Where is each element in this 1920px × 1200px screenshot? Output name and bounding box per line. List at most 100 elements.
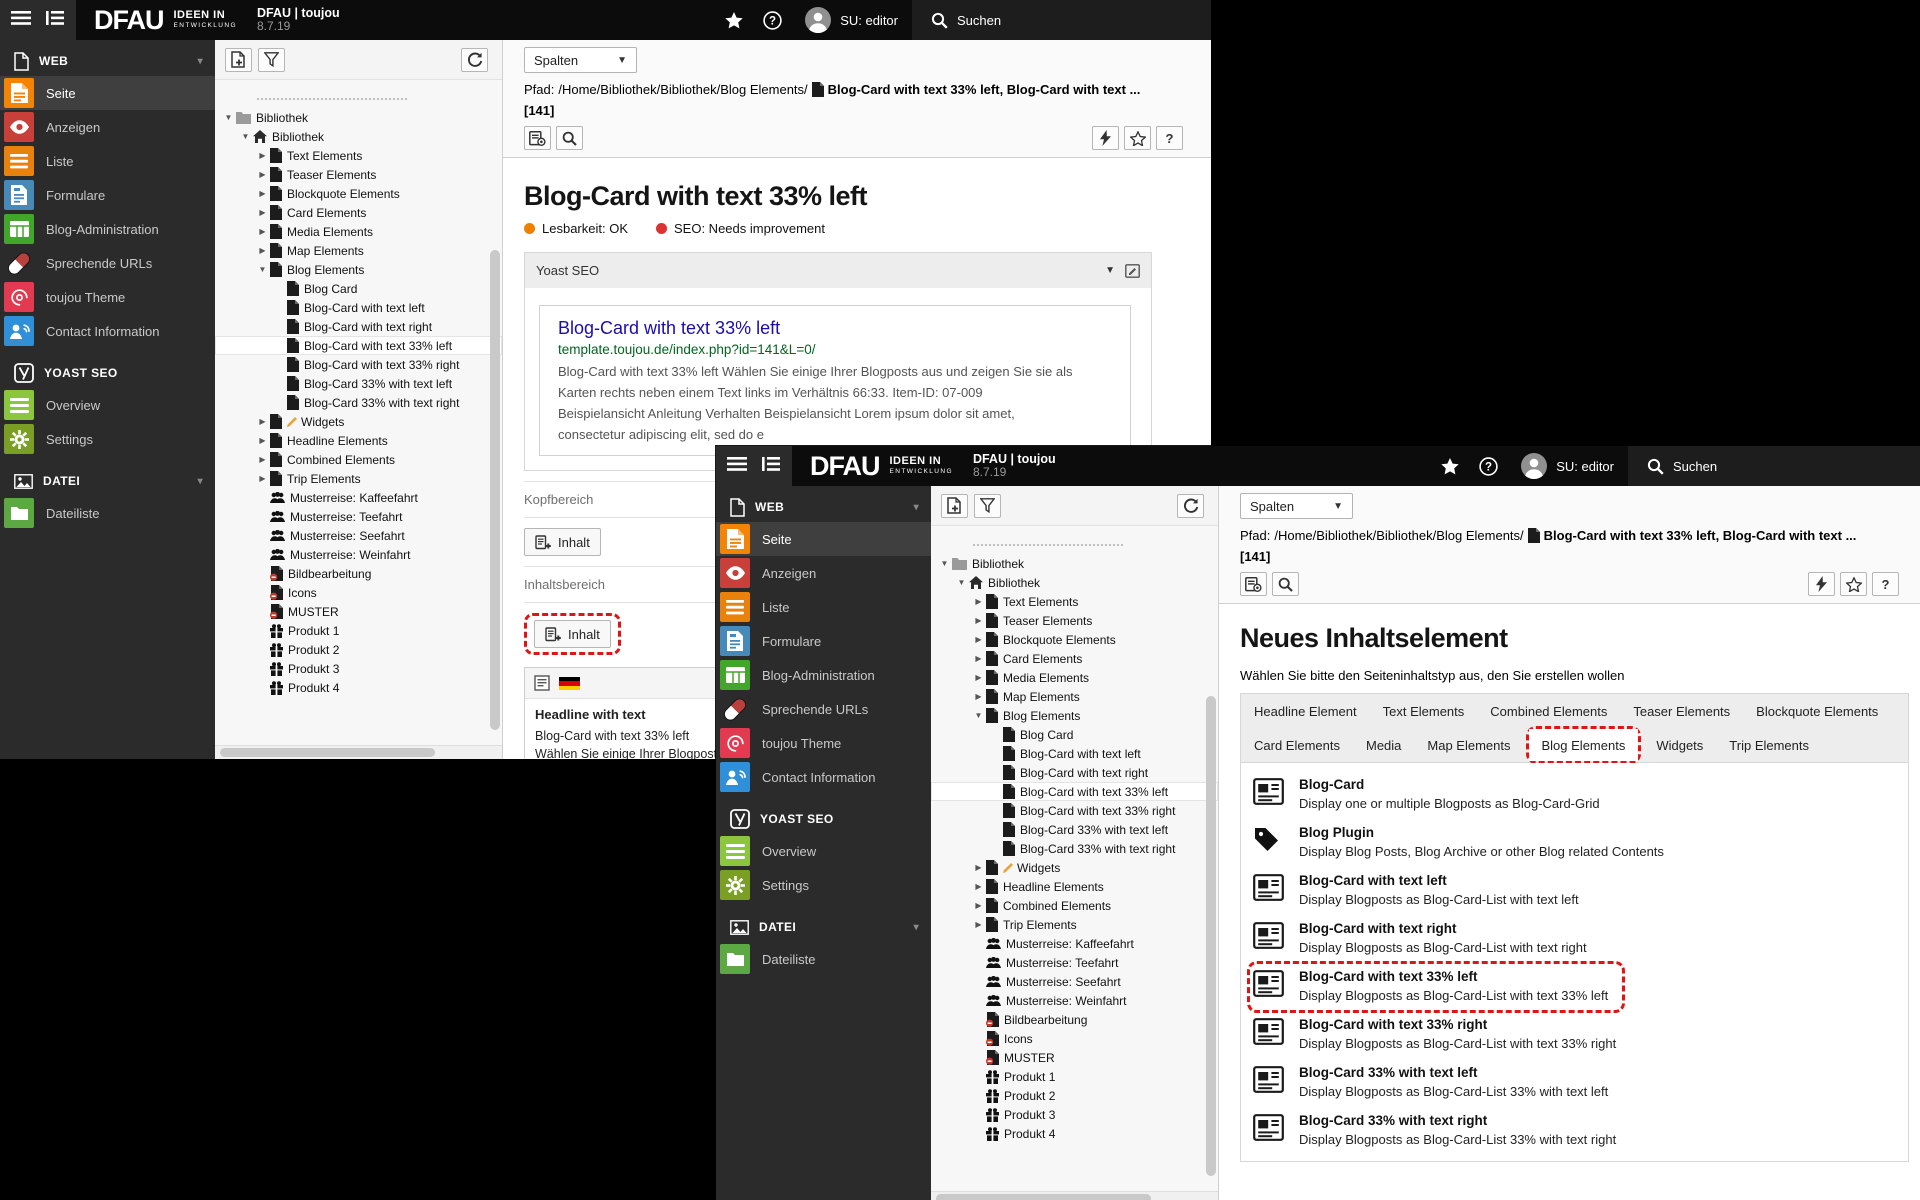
bookmark-button[interactable] [1840,572,1867,596]
tree-row[interactable]: Bildbearbeitung [215,564,502,583]
sidebar-item-liste[interactable]: Liste [0,144,215,178]
help-button[interactable]: ? [753,0,791,40]
tree-row[interactable]: Blog-Card 33% with text right [215,393,502,412]
sidebar-item-formulare[interactable]: Formulare [0,178,215,212]
list-item[interactable]: Blog Plugin Display Blog Posts, Blog Arch… [1241,819,1908,867]
chevron-right-icon[interactable]: ▶ [257,170,268,179]
chevron-down-icon[interactable]: ▼ [939,559,950,568]
tree-row[interactable]: ▶ Media Elements [931,668,1218,687]
bookmarks-button[interactable] [1431,446,1469,486]
tree-row[interactable]: ▶ Card Elements [931,649,1218,668]
chevron-down-icon[interactable]: ▼ [973,711,984,720]
tree-row[interactable]: ▶ Teaser Elements [931,611,1218,630]
sidebar-item-liste[interactable]: Liste [716,590,931,624]
tree-row[interactable]: Produkt 3 [931,1105,1218,1124]
tree-row[interactable]: Blog-Card with text right [931,763,1218,782]
tree-row[interactable]: ▶ Combined Elements [215,450,502,469]
tab-blog-elements[interactable]: Blog Elements [1528,729,1639,762]
tree-row[interactable]: ▶ Teaser Elements [215,165,502,184]
doc-tree-icon[interactable] [46,10,64,30]
tab-headline-element[interactable]: Headline Element [1241,694,1370,728]
tree-row[interactable]: ▶ Trip Elements [931,915,1218,934]
topbar-search[interactable]: Suchen [1628,446,1920,486]
module-section-header[interactable]: WEB ▾ [0,46,215,76]
filter-button[interactable] [258,47,285,72]
yoast-panel-header[interactable]: Yoast SEO ▼ [525,253,1151,289]
tree-row[interactable]: ▶ Map Elements [931,687,1218,706]
doc-tree-icon[interactable] [762,456,780,476]
tree-row[interactable]: Blog-Card with text right [215,317,502,336]
tree-row[interactable]: Produkt 1 [215,621,502,640]
sidebar-item-overview[interactable]: Overview [716,834,931,868]
tab-widgets[interactable]: Widgets [1643,728,1716,762]
sidebar-item-anzeigen[interactable]: Anzeigen [0,110,215,144]
tree-row[interactable]: Musterreise: Seefahrt [931,972,1218,991]
list-item[interactable]: Blog-Card with text left Display Blogpost… [1241,867,1908,915]
new-page-button[interactable] [941,493,968,518]
sidebar-item-settings[interactable]: Settings [0,422,215,456]
tree-row[interactable]: ▶ Widgets [931,858,1218,877]
tree-row[interactable]: ▼ Blog Elements [931,706,1218,725]
search-record-button[interactable] [556,126,583,150]
list-item[interactable]: Blog-Card with text 33% left Display Blog… [1241,961,1908,1014]
chevron-right-icon[interactable]: ▶ [973,654,984,663]
sidebar-item-seite[interactable]: Seite [0,76,215,110]
chevron-right-icon[interactable]: ▶ [257,474,268,483]
bookmark-button[interactable] [1124,126,1151,150]
user-menu[interactable]: SU: editor [791,0,912,40]
tab-trip-elements[interactable]: Trip Elements [1716,728,1822,762]
sidebar-item-toujou-theme[interactable]: toujou Theme [0,280,215,314]
chevron-right-icon[interactable]: ▶ [973,616,984,625]
tree-row[interactable]: ▼ Bibliothek [215,127,502,146]
list-item[interactable]: Blog-Card with text 33% right Display Blo… [1241,1011,1908,1059]
tree-row[interactable]: Blog Card [931,725,1218,744]
chevron-right-icon[interactable]: ▶ [973,901,984,910]
tree-row[interactable]: ▶ Media Elements [215,222,502,241]
columns-select[interactable]: Spalten ▼ [1240,493,1353,519]
help-button[interactable]: ? [1469,446,1507,486]
user-menu[interactable]: SU: editor [1507,446,1628,486]
tree-row[interactable]: Musterreise: Weinfahrt [215,545,502,564]
tree-row[interactable]: Produkt 4 [931,1124,1218,1143]
tree-row[interactable]: Produkt 2 [931,1086,1218,1105]
sidebar-item-seite[interactable]: Seite [716,522,931,556]
chevron-right-icon[interactable]: ▶ [973,635,984,644]
sidebar-item-sprechende-urls[interactable]: Sprechende URLs [0,246,215,280]
chevron-down-icon[interactable]: ▼ [223,113,234,122]
chevron-right-icon[interactable]: ▶ [257,455,268,464]
chevron-right-icon[interactable]: ▶ [257,151,268,160]
sidebar-item-blog-administration[interactable]: Blog-Administration [0,212,215,246]
view-record-button[interactable] [524,126,551,150]
tree-row[interactable]: Blog Card [215,279,502,298]
tree-row[interactable]: Produkt 3 [215,659,502,678]
tree-vertical-scrollbar[interactable] [490,250,500,730]
tree-row[interactable]: Produkt 2 [215,640,502,659]
tree-row[interactable]: Musterreise: Kaffeefahrt [215,488,502,507]
tree-row[interactable]: Blog-Card with text 33% left [215,336,502,355]
tree-row[interactable]: Bildbearbeitung [931,1010,1218,1029]
tree-vertical-scrollbar[interactable] [1206,696,1216,1176]
chevron-right-icon[interactable]: ▶ [973,920,984,929]
sidebar-item-overview[interactable]: Overview [0,388,215,422]
chevron-right-icon[interactable]: ▶ [257,189,268,198]
tree-row[interactable]: Musterreise: Weinfahrt [931,991,1218,1010]
sidebar-item-settings[interactable]: Settings [716,868,931,902]
hamburger-icon[interactable] [727,456,747,476]
chevron-right-icon[interactable]: ▶ [973,673,984,682]
tree-row[interactable]: ▶ Trip Elements [215,469,502,488]
tree-row[interactable]: Musterreise: Seefahrt [215,526,502,545]
module-section-header[interactable]: DATEI ▾ [0,466,215,496]
tree-row[interactable]: ▼ Blog Elements [215,260,502,279]
chevron-right-icon[interactable]: ▶ [973,882,984,891]
tab-text-elements[interactable]: Text Elements [1370,694,1478,728]
refresh-button[interactable] [461,47,488,72]
tree-row[interactable]: ▶ Map Elements [215,241,502,260]
tree-row[interactable]: ▶ Text Elements [931,592,1218,611]
tree-row[interactable]: Musterreise: Kaffeefahrt [931,934,1218,953]
sidebar-item-contact-information[interactable]: Contact Information [716,760,931,794]
tree-horizontal-scrollbar[interactable] [220,748,435,757]
cache-button[interactable] [1808,572,1835,596]
tree-row[interactable]: MUSTER [931,1048,1218,1067]
module-section-header[interactable]: DATEI ▾ [716,912,931,942]
list-item[interactable]: Blog-Card with text right Display Blogpos… [1241,915,1908,963]
